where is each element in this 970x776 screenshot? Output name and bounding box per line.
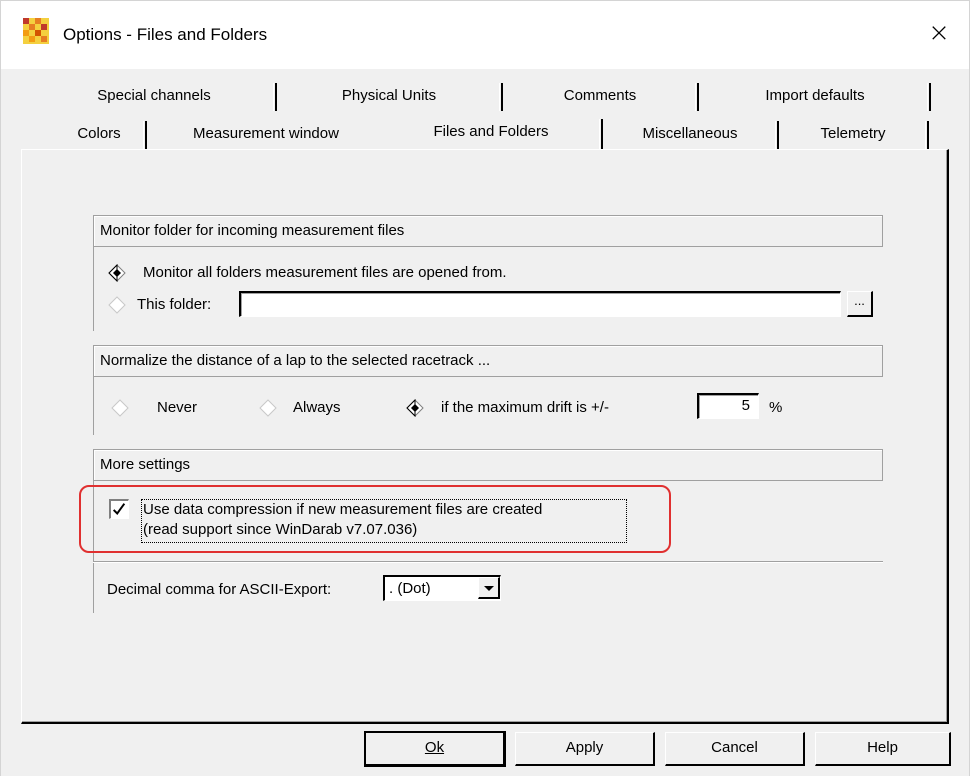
drift-value-input[interactable]: 5 [697, 393, 759, 419]
tab-separator [499, 83, 503, 111]
monitor-group-body [93, 247, 94, 331]
decimal-comma-label: Decimal comma for ASCII-Export: [107, 581, 332, 598]
tab-label: Comments [563, 87, 637, 104]
tab-separator [925, 121, 929, 151]
apply-button-label: Apply [565, 739, 604, 756]
tab-label: Miscellaneous [642, 125, 738, 142]
cancel-button[interactable]: Cancel [665, 732, 805, 766]
dropdown-arrow[interactable] [478, 577, 500, 599]
tab-telemetry[interactable]: Telemetry [783, 119, 923, 149]
highlight-annotation [79, 485, 671, 553]
decimal-comma-select[interactable]: . (Dot) [383, 575, 501, 601]
tab-comments[interactable]: Comments [507, 81, 693, 111]
ok-button-label: Ok [424, 739, 445, 756]
close-button[interactable]: × [916, 13, 962, 53]
tab-special-channels[interactable]: Special channels [41, 81, 267, 111]
tab-separator [775, 121, 779, 151]
never-label: Never [157, 399, 198, 416]
drift-label: if the maximum drift is +/- [441, 399, 609, 416]
tab-label: Telemetry [820, 125, 886, 142]
monitor-all-radio[interactable] [108, 264, 126, 282]
tab-separator [927, 83, 931, 111]
tab-colors[interactable]: Colors [57, 119, 141, 149]
tab-label: Special channels [97, 87, 211, 104]
dialog-client-area: Special channels Physical Units Comments… [1, 69, 969, 776]
tab-files-and-folders[interactable]: Files and Folders [385, 117, 597, 151]
tab-import-defaults[interactable]: Import defaults [703, 81, 927, 111]
browse-folder-button[interactable]: ... [847, 291, 873, 317]
always-label: Always [293, 399, 341, 416]
tab-label: Measurement window [193, 125, 339, 142]
tab-separator [695, 83, 699, 111]
monitor-group-header: Monitor folder for incoming measurement … [93, 215, 883, 247]
tab-label: Colors [77, 125, 121, 142]
tab-separator [143, 121, 147, 151]
apply-button[interactable]: Apply [515, 732, 655, 766]
monitor-group-title: Monitor folder for incoming measurement … [100, 222, 405, 239]
ok-button[interactable]: Ok [364, 731, 506, 767]
help-button-label: Help [867, 739, 898, 756]
tab-measurement-window[interactable]: Measurement window [151, 119, 381, 149]
options-dialog: Options - Files and Folders × Special ch… [0, 0, 970, 776]
normalize-group-title: Normalize the distance of a lap to the s… [100, 352, 491, 369]
decimal-divider [93, 561, 883, 562]
never-radio[interactable] [111, 399, 129, 417]
cancel-button-label: Cancel [711, 739, 758, 756]
always-radio[interactable] [259, 399, 277, 417]
tab-miscellaneous[interactable]: Miscellaneous [607, 119, 773, 149]
normalize-group-body [93, 377, 94, 435]
tab-physical-units[interactable]: Physical Units [281, 81, 497, 111]
normalize-group-header: Normalize the distance of a lap to the s… [93, 345, 883, 377]
help-button[interactable]: Help [815, 732, 951, 766]
drift-unit-label: % [769, 399, 783, 416]
folder-path-input[interactable] [239, 291, 841, 317]
tab-label: Files and Folders [433, 123, 549, 140]
tab-label: Import defaults [765, 87, 865, 104]
app-logo-icon [23, 18, 49, 44]
this-folder-radio[interactable] [108, 296, 126, 314]
drift-radio[interactable] [406, 399, 424, 417]
this-folder-label: This folder: [137, 296, 212, 313]
decimal-comma-value: . (Dot) [389, 580, 431, 597]
tab-label: Physical Units [341, 87, 437, 104]
window-title: Options - Files and Folders [63, 25, 268, 44]
more-settings-group-header: More settings [93, 449, 883, 481]
chevron-down-icon [484, 586, 494, 591]
tab-separator [599, 119, 603, 151]
more-settings-group-title: More settings [100, 456, 191, 473]
title-bar: Options - Files and Folders × [1, 1, 969, 69]
tab-separator [273, 83, 277, 111]
monitor-all-label: Monitor all folders measurement files ar… [143, 264, 507, 281]
